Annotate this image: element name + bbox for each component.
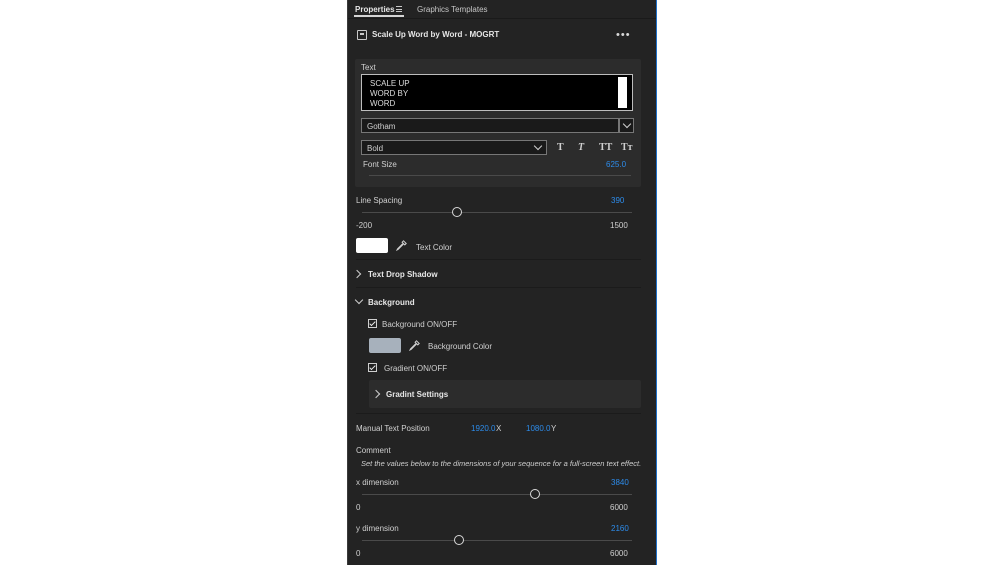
background-color-label: Background Color bbox=[428, 342, 493, 351]
tab-properties[interactable]: Properties bbox=[355, 5, 395, 14]
x-dimension-slider[interactable] bbox=[362, 494, 632, 495]
text-line: WORD bbox=[370, 99, 396, 108]
text-color-label: Text Color bbox=[416, 243, 453, 252]
comment-text: Set the values below to the dimensions o… bbox=[361, 459, 642, 468]
chevron-down-icon[interactable] bbox=[354, 295, 364, 305]
manual-text-position-label: Manual Text Position bbox=[356, 424, 430, 433]
y-dimension-max: 6000 bbox=[610, 549, 628, 558]
font-family-dropdown[interactable]: Gotham bbox=[361, 118, 619, 133]
panel-tabs: Properties Graphics Templates bbox=[348, 0, 656, 19]
line-spacing-value[interactable]: 390 bbox=[611, 196, 624, 205]
font-size-label: Font Size bbox=[363, 160, 397, 169]
comment-label: Comment bbox=[356, 446, 391, 455]
x-dimension-slider-handle[interactable] bbox=[529, 489, 540, 499]
font-size-value[interactable]: 625.0 bbox=[606, 160, 626, 169]
chevron-right-icon[interactable] bbox=[352, 269, 362, 279]
properties-panel: Properties Graphics Templates Scale Up W… bbox=[347, 0, 657, 565]
font-family-dropdown-button[interactable] bbox=[619, 118, 634, 133]
divider bbox=[356, 259, 641, 260]
divider bbox=[356, 287, 641, 288]
faux-italic-button[interactable]: T bbox=[578, 142, 584, 153]
y-dimension-value[interactable]: 2160 bbox=[611, 524, 629, 533]
font-style-value: Bold bbox=[367, 144, 384, 153]
line-spacing-min: -200 bbox=[356, 221, 373, 230]
more-options-icon[interactable]: ••• bbox=[616, 29, 631, 41]
y-dimension-label: y dimension bbox=[356, 524, 399, 533]
tab-graphics-templates[interactable]: Graphics Templates bbox=[417, 5, 488, 14]
font-size-slider[interactable] bbox=[369, 175, 631, 176]
y-dimension-slider-handle[interactable] bbox=[454, 535, 465, 545]
font-family-value: Gotham bbox=[367, 122, 396, 131]
line-spacing-max: 1500 bbox=[610, 221, 628, 230]
x-dimension-max: 6000 bbox=[610, 503, 628, 512]
position-x-axis-label: X bbox=[496, 424, 502, 433]
text-scrollbar[interactable] bbox=[618, 77, 627, 108]
tab-active-indicator bbox=[354, 15, 404, 17]
x-dimension-label: x dimension bbox=[356, 478, 399, 487]
line-spacing-slider[interactable] bbox=[362, 212, 632, 213]
divider bbox=[356, 413, 641, 414]
y-dimension-slider[interactable] bbox=[362, 540, 632, 541]
eyedropper-icon[interactable] bbox=[396, 240, 407, 251]
text-drop-shadow-header[interactable]: Text Drop Shadow bbox=[368, 270, 438, 279]
panel-menu-icon[interactable] bbox=[396, 6, 402, 14]
chevron-down-icon bbox=[533, 141, 543, 151]
gradient-settings-group[interactable]: Gradint Settings bbox=[369, 380, 641, 408]
line-spacing-slider-handle[interactable] bbox=[451, 207, 462, 217]
text-label: Text bbox=[361, 63, 376, 72]
text-group: Text SCALE UP WORD BY WORD Gotham Bold T… bbox=[355, 59, 641, 187]
all-caps-button[interactable]: TT bbox=[599, 142, 612, 153]
gradient-onoff-label: Gradient ON/OFF bbox=[384, 364, 448, 373]
background-onoff-checkbox[interactable] bbox=[368, 319, 377, 328]
y-dimension-min: 0 bbox=[356, 549, 361, 558]
position-x-value[interactable]: 1920.0 bbox=[471, 424, 495, 433]
mogrt-icon bbox=[357, 30, 367, 40]
faux-bold-button[interactable]: T bbox=[557, 142, 564, 153]
text-source-input[interactable]: SCALE UP WORD BY WORD bbox=[361, 74, 633, 111]
gradient-settings-header[interactable]: Gradint Settings bbox=[386, 390, 448, 399]
eyedropper-icon[interactable] bbox=[409, 340, 420, 351]
background-color-swatch[interactable] bbox=[369, 338, 401, 353]
text-line: SCALE UP bbox=[370, 79, 410, 88]
background-onoff-label: Background ON/OFF bbox=[382, 320, 458, 329]
background-header[interactable]: Background bbox=[368, 298, 415, 307]
x-dimension-min: 0 bbox=[356, 503, 361, 512]
template-title: Scale Up Word by Word - MOGRT bbox=[372, 30, 500, 39]
text-color-swatch[interactable] bbox=[356, 238, 388, 253]
small-caps-button[interactable]: Tт bbox=[621, 142, 633, 153]
gradient-onoff-checkbox[interactable] bbox=[368, 363, 377, 372]
chevron-down-icon bbox=[622, 119, 632, 129]
position-y-value[interactable]: 1080.0 bbox=[526, 424, 550, 433]
chevron-right-icon[interactable] bbox=[371, 389, 381, 399]
position-y-axis-label: Y bbox=[551, 424, 557, 433]
text-line: WORD BY bbox=[370, 89, 409, 98]
x-dimension-value[interactable]: 3840 bbox=[611, 478, 629, 487]
line-spacing-label: Line Spacing bbox=[356, 196, 403, 205]
font-style-dropdown[interactable]: Bold bbox=[361, 140, 547, 155]
